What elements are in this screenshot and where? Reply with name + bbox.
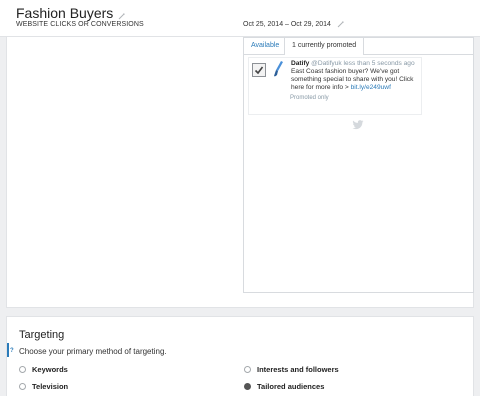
- date-range-text: Oct 25, 2014 – Oct 29, 2014: [243, 20, 331, 28]
- edit-dates-pencil-icon[interactable]: [336, 19, 346, 29]
- option-interests-followers-label: Interests and followers: [257, 365, 339, 374]
- campaign-objective: WEBSITE CLICKS OR CONVERSIONS: [16, 21, 144, 28]
- campaign-date-range: Oct 25, 2014 – Oct 29, 2014: [243, 19, 346, 29]
- help-marker-bar: [7, 343, 9, 357]
- campaign-header: Fashion Buyers WEBSITE CLICKS OR CONVERS…: [0, 0, 480, 37]
- option-television[interactable]: Television: [19, 382, 68, 391]
- tab-currently-promoted[interactable]: 1 currently promoted: [284, 38, 365, 55]
- targeting-panel: Targeting ? Choose your primary method o…: [6, 316, 474, 396]
- help-icon[interactable]: ?: [10, 348, 14, 354]
- radio-interests-followers[interactable]: [244, 366, 251, 373]
- brush-avatar-icon: [274, 61, 283, 77]
- tab-available[interactable]: Available: [244, 38, 286, 54]
- campaign-title: Fashion Buyers: [16, 5, 114, 21]
- option-interests-followers[interactable]: Interests and followers: [244, 365, 339, 374]
- tweet-link[interactable]: bit.ly/e249uwf: [351, 84, 391, 91]
- edit-title-pencil-icon[interactable]: [117, 8, 127, 20]
- avatar: [272, 60, 286, 78]
- tweet-author: Datify: [291, 60, 310, 67]
- option-keywords-label: Keywords: [32, 365, 68, 374]
- radio-television[interactable]: [19, 383, 26, 390]
- option-tailored-audiences-label: Tailored audiences: [257, 382, 325, 391]
- preview-tabs: Available 1 currently promoted: [244, 38, 473, 55]
- tweet-select-checkbox[interactable]: [252, 63, 266, 77]
- twitter-bird-icon: [352, 117, 364, 135]
- tweet-body: Datify @Datifyuk less than 5 seconds ago…: [291, 60, 421, 92]
- tweet-footer-label: Promoted only: [290, 95, 329, 101]
- option-tailored-audiences[interactable]: Tailored audiences: [244, 382, 324, 391]
- radio-tailored-audiences[interactable]: [244, 383, 251, 390]
- option-keywords[interactable]: Keywords: [19, 365, 68, 374]
- promoted-tweet-card[interactable]: Datify @Datifyuk less than 5 seconds ago…: [248, 57, 422, 115]
- tweet-preview-panel: Available 1 currently promoted Datify @D…: [243, 37, 474, 293]
- tweet-handle-time: @Datifyuk less than 5 seconds ago: [311, 60, 415, 67]
- targeting-question: Choose your primary method of targeting.: [19, 347, 167, 356]
- checkmark-icon: [254, 66, 264, 75]
- targeting-title: Targeting: [19, 329, 65, 341]
- radio-keywords[interactable]: [19, 366, 26, 373]
- option-television-label: Television: [32, 382, 69, 391]
